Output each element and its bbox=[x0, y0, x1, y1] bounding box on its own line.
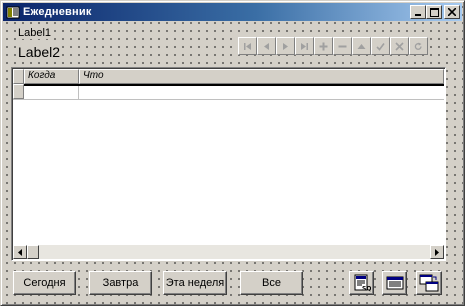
horizontal-scrollbar[interactable] bbox=[13, 245, 444, 259]
minimize-button[interactable] bbox=[410, 5, 426, 19]
row-indicator bbox=[13, 84, 24, 99]
table-view-icon bbox=[386, 276, 403, 290]
scroll-right-button[interactable] bbox=[430, 245, 444, 259]
current-row-marker bbox=[24, 84, 444, 86]
refresh-icon bbox=[414, 42, 422, 50]
scroll-thumb[interactable] bbox=[27, 245, 39, 259]
app-book-icon bbox=[5, 5, 21, 19]
edit-icon bbox=[357, 43, 366, 49]
last-icon bbox=[301, 42, 308, 50]
grid-header: Когда Что bbox=[13, 69, 444, 84]
switch-view-icon bbox=[419, 274, 439, 292]
app-window: Ежедневник Label1 Label2 Когда Что Сегод… bbox=[0, 0, 465, 306]
nav-next-button[interactable] bbox=[276, 37, 295, 55]
scroll-track[interactable] bbox=[39, 245, 430, 259]
this-week-button[interactable]: Эта неделя bbox=[163, 271, 227, 295]
all-button[interactable]: Все bbox=[240, 271, 303, 295]
cancel-icon bbox=[395, 41, 404, 51]
scroll-left-button[interactable] bbox=[13, 245, 27, 259]
column-header-when[interactable]: Когда bbox=[24, 69, 79, 84]
label2: Label2 bbox=[17, 44, 62, 60]
prior-icon bbox=[264, 42, 269, 50]
nav-edit-button[interactable] bbox=[352, 37, 371, 55]
query-button[interactable]: SQL bbox=[349, 271, 374, 295]
nav-last-button[interactable] bbox=[295, 37, 314, 55]
nav-delete-button[interactable] bbox=[333, 37, 352, 55]
maximize-icon bbox=[429, 7, 439, 17]
minimize-icon bbox=[415, 14, 421, 16]
switch-view-button[interactable] bbox=[416, 271, 442, 295]
window-title: Ежедневник bbox=[23, 6, 92, 18]
first-icon bbox=[244, 42, 251, 50]
table-row[interactable] bbox=[13, 84, 444, 100]
cell-what[interactable] bbox=[79, 84, 444, 99]
data-grid[interactable]: Когда Что bbox=[11, 67, 446, 261]
database-query-icon: SQL bbox=[354, 274, 371, 293]
nav-refresh-button[interactable] bbox=[409, 37, 428, 55]
insert-icon bbox=[319, 42, 328, 50]
db-navigator bbox=[238, 37, 428, 55]
tomorrow-button[interactable]: Завтра bbox=[89, 271, 152, 295]
label1: Label1 bbox=[17, 27, 53, 39]
post-icon bbox=[376, 42, 385, 51]
table-view-button[interactable] bbox=[382, 271, 407, 295]
title-bar[interactable]: Ежедневник bbox=[3, 3, 462, 21]
close-button[interactable] bbox=[444, 5, 460, 19]
today-button[interactable]: Сегодня bbox=[13, 271, 76, 295]
nav-insert-button[interactable] bbox=[314, 37, 333, 55]
window-controls bbox=[410, 5, 460, 19]
nav-prior-button[interactable] bbox=[257, 37, 276, 55]
svg-text:SQL: SQL bbox=[362, 286, 371, 293]
nav-first-button[interactable] bbox=[238, 37, 257, 55]
delete-icon bbox=[338, 45, 347, 47]
next-icon bbox=[283, 42, 288, 50]
maximize-button[interactable] bbox=[426, 5, 442, 19]
close-icon bbox=[448, 8, 456, 16]
nav-cancel-button[interactable] bbox=[390, 37, 409, 55]
nav-post-button[interactable] bbox=[371, 37, 390, 55]
grid-indicator-header bbox=[13, 69, 24, 84]
column-header-what[interactable]: Что bbox=[79, 69, 444, 84]
arrow-left-icon bbox=[18, 248, 22, 256]
cell-when[interactable] bbox=[24, 84, 79, 99]
arrow-right-icon bbox=[435, 248, 439, 256]
